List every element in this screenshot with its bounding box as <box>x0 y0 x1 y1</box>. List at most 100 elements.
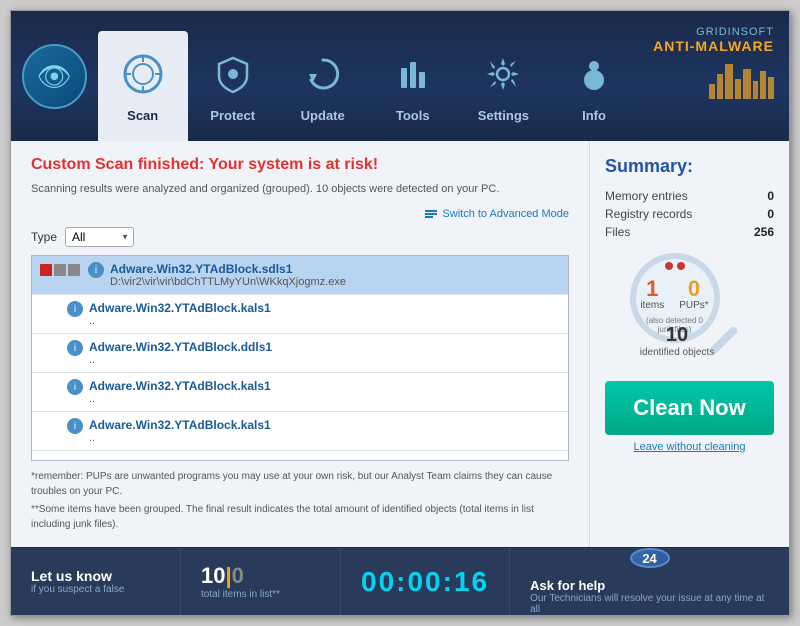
status-gray-icon2 <box>68 264 80 276</box>
stat-pups-count: 0 PUPs* <box>679 278 708 311</box>
result-path-1: .. <box>89 315 560 327</box>
result-path-2: .. <box>89 354 560 366</box>
result-content-3: Adware.Win32.YTAdBlock.kals1 .. <box>89 379 560 405</box>
result-item-3[interactable]: i Adware.Win32.YTAdBlock.kals1 .. <box>32 373 568 412</box>
switch-icon <box>424 207 438 221</box>
results-list[interactable]: i Adware.Win32.YTAdBlock.sdls1 D:\vir2\v… <box>31 255 569 461</box>
header: 👁 Scan Protect Update <box>11 11 789 141</box>
items-number: 1 <box>640 278 664 300</box>
result-path-0: D:\vir2\vir\vir\bdChTTLMyYUn\WKkqXjogmz.… <box>110 276 560 288</box>
result-path-3: .. <box>89 393 560 405</box>
stat-items-count: 1 items <box>640 278 664 311</box>
footer-let-us-sub: if you suspect a false <box>31 584 160 595</box>
left-panel: Custom Scan finished: Your system is at … <box>11 141 589 547</box>
result-content-0: Adware.Win32.YTAdBlock.sdls1 D:\vir2\vir… <box>110 262 560 288</box>
scan-label: Scan <box>127 108 158 131</box>
brand-skyline <box>709 59 774 99</box>
scan-title-alert: Your system is at risk! <box>209 156 379 173</box>
files-row: Files 256 <box>605 225 774 239</box>
footer: Let us know if you suspect a false 10|0 … <box>11 547 789 615</box>
footer-counter: 10|0 <box>201 563 320 589</box>
footer-total-items: 10 <box>201 563 225 588</box>
note-1: *remember: PUPs are unwanted programs yo… <box>31 469 569 499</box>
footer-total-label: total items in list** <box>201 589 320 600</box>
update-icon <box>303 54 343 103</box>
nav-settings[interactable]: Settings <box>458 11 549 141</box>
nav-scan[interactable]: Scan <box>98 31 188 141</box>
magnifier: 1 items 0 PUPs* (also detected 0 junk fi… <box>630 253 750 363</box>
settings-label: Settings <box>478 108 529 131</box>
update-label: Update <box>301 108 345 131</box>
logo-icon: 👁 <box>22 44 87 109</box>
memory-value: 0 <box>767 189 774 203</box>
info-icon-3: i <box>67 379 83 395</box>
pups-label: PUPs* <box>679 300 708 311</box>
footer-let-us-know: Let us know if you suspect a false <box>11 548 181 615</box>
nav-tools[interactable]: Tools <box>368 11 458 141</box>
clean-now-button[interactable]: Clean Now <box>605 381 774 435</box>
registry-label: Registry records <box>605 207 692 221</box>
leave-without-cleaning-link[interactable]: Leave without cleaning <box>605 441 774 453</box>
brand-company: GRIDINSOFT <box>696 26 774 38</box>
dot-red <box>665 262 673 270</box>
eye-icon: 👁 <box>37 60 73 93</box>
result-item-1[interactable]: i Adware.Win32.YTAdBlock.kals1 .. <box>32 295 568 334</box>
result-name-0: Adware.Win32.YTAdBlock.sdls1 <box>110 262 560 276</box>
result-item-2[interactable]: i Adware.Win32.YTAdBlock.ddls1 .. <box>32 334 568 373</box>
result-name-3: Adware.Win32.YTAdBlock.kals1 <box>89 379 560 393</box>
info-icon-1: i <box>67 301 83 317</box>
tools-label: Tools <box>396 108 430 131</box>
nav-items: Scan Protect Update Tools <box>98 11 639 141</box>
result-item-0[interactable]: i Adware.Win32.YTAdBlock.sdls1 D:\vir2\v… <box>32 256 568 295</box>
tools-icon <box>393 54 433 103</box>
result-content-4: Adware.Win32.YTAdBlock.kals1 .. <box>89 418 560 444</box>
footer-counter-section: 10|0 total items in list** <box>181 548 341 615</box>
filter-select[interactable]: All Adware PUP Junk <box>65 227 134 247</box>
info-icon-0: i <box>88 262 104 278</box>
notes-area: *remember: PUPs are unwanted programs yo… <box>31 469 569 532</box>
dots-row <box>665 262 685 270</box>
summary-title: Summary: <box>605 156 774 177</box>
dot-red2 <box>677 262 685 270</box>
footer-help-section: 24 Ask for help Our Technicians will res… <box>510 548 789 615</box>
settings-icon <box>483 54 523 103</box>
chart-area: 1 items 0 PUPs* (also detected 0 junk fi… <box>605 253 774 363</box>
help-subtitle: Our Technicians will resolve your issue … <box>530 593 769 615</box>
advanced-mode-link[interactable]: Switch to Advanced Mode <box>31 207 569 221</box>
footer-timer-section: 00:00:16 <box>341 548 510 615</box>
scan-subtitle: Scanning results were analyzed and organ… <box>31 182 569 197</box>
result-name-1: Adware.Win32.YTAdBlock.kals1 <box>89 301 560 315</box>
scan-icon <box>123 54 163 103</box>
result-path-4: .. <box>89 432 560 444</box>
filter-row: Type All Adware PUP Junk <box>31 227 569 247</box>
status-gray-icon <box>54 264 66 276</box>
nav-info[interactable]: Info <box>549 11 639 141</box>
footer-total-zero: 0 <box>232 563 244 588</box>
scan-title-static: Custom Scan finished: <box>31 156 209 173</box>
pups-number: 0 <box>679 278 708 300</box>
footer-timer: 00:00:16 <box>361 566 489 598</box>
files-label: Files <box>605 225 630 239</box>
identified-area: 10 identified objects <box>635 324 720 358</box>
filter-select-wrapper[interactable]: All Adware PUP Junk <box>65 227 134 247</box>
status-red-icon <box>40 264 52 276</box>
help-badge: 24 <box>630 548 670 568</box>
registry-row: Registry records 0 <box>605 207 774 221</box>
protect-label: Protect <box>210 108 255 131</box>
nav-protect[interactable]: Protect <box>188 11 278 141</box>
memory-row: Memory entries 0 <box>605 189 774 203</box>
scan-title: Custom Scan finished: Your system is at … <box>31 156 569 174</box>
result-name-4: Adware.Win32.YTAdBlock.kals1 <box>89 418 560 432</box>
items-label: items <box>640 300 664 311</box>
protect-icon <box>213 54 253 103</box>
info-icon-2: i <box>67 340 83 356</box>
info-icon-4: i <box>67 418 83 434</box>
footer-let-us-label: Let us know <box>31 568 160 584</box>
stat-items: 1 items 0 PUPs* <box>640 273 708 316</box>
nav-update[interactable]: Update <box>278 11 368 141</box>
info-label: Info <box>582 108 606 131</box>
brand-product: ANTI-MALWARE <box>653 38 774 54</box>
registry-value: 0 <box>767 207 774 221</box>
main-area: Custom Scan finished: Your system is at … <box>11 141 789 547</box>
result-item-4[interactable]: i Adware.Win32.YTAdBlock.kals1 .. <box>32 412 568 451</box>
